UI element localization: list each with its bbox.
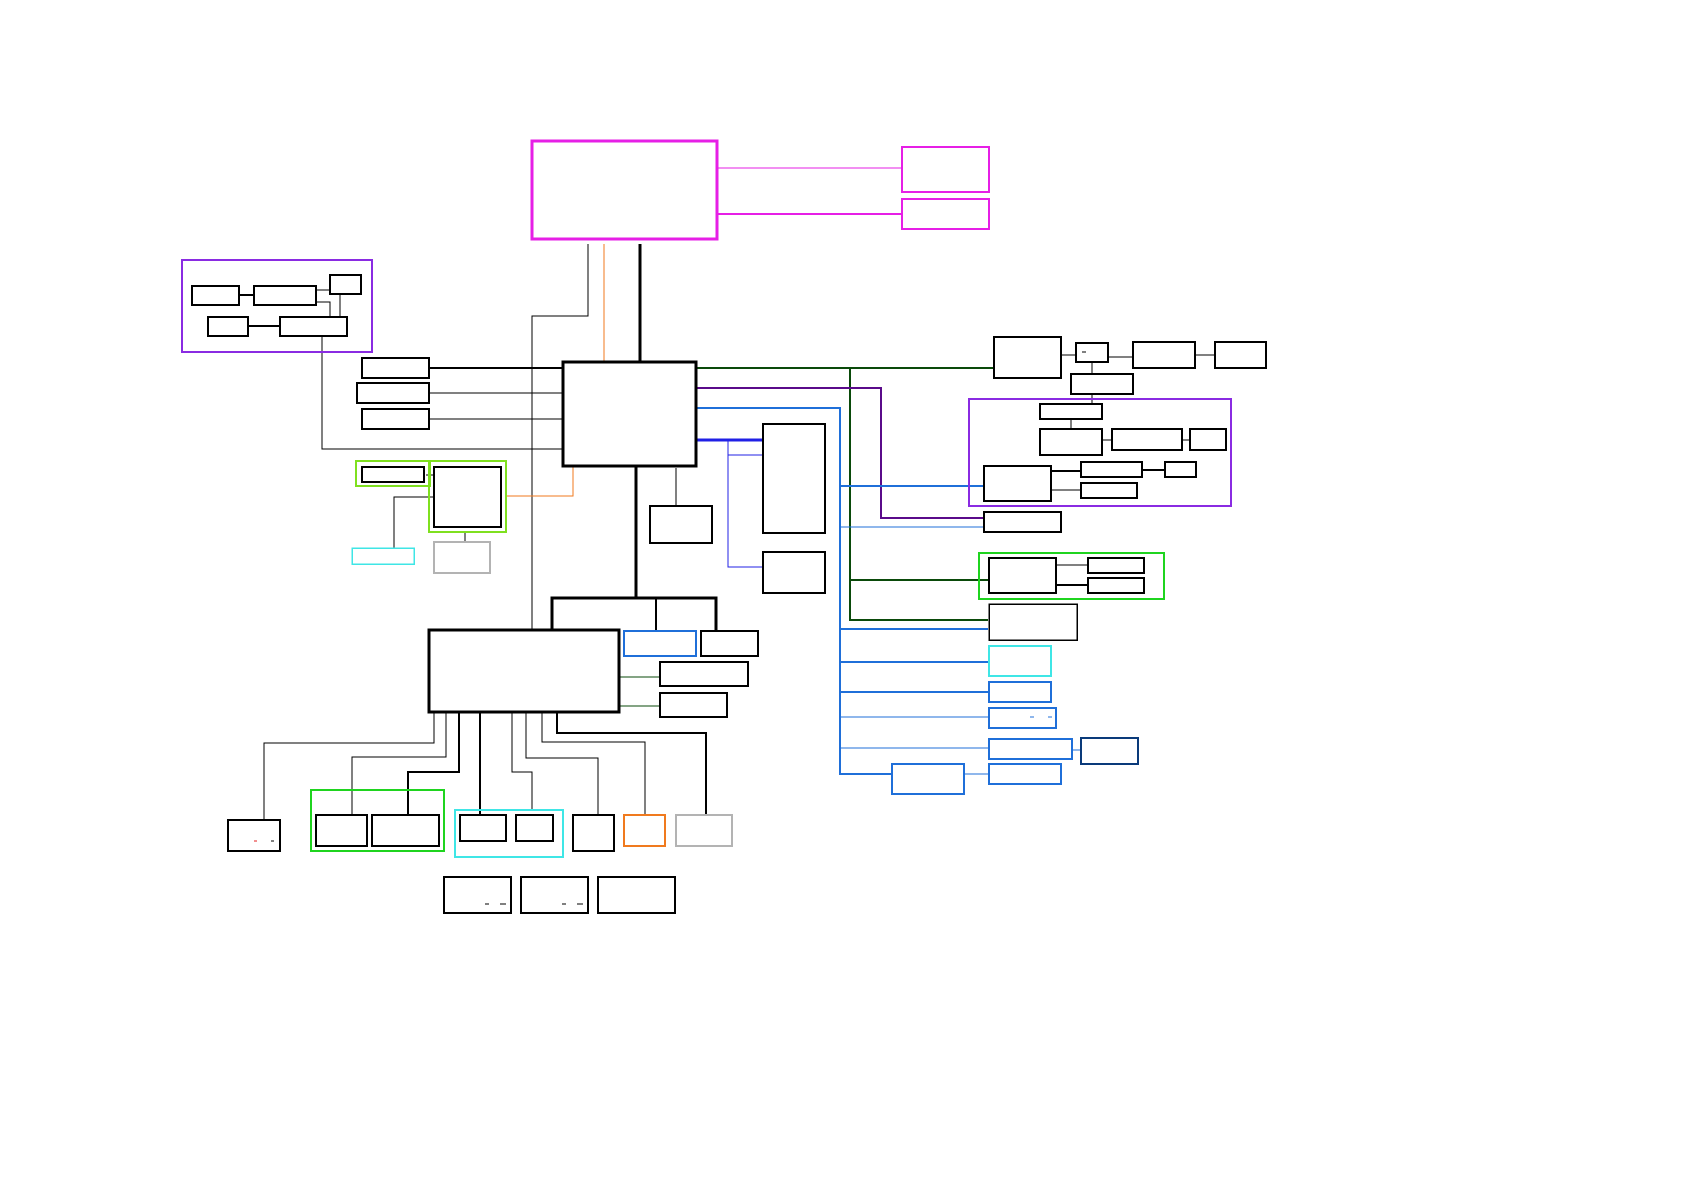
block-cyan-2	[515, 814, 554, 842]
block-hub	[561, 360, 698, 468]
block-pr-7	[1164, 461, 1197, 478]
block-bottom-row2-1	[443, 876, 512, 914]
block-pl-e	[279, 316, 348, 337]
block-cyan-left	[351, 547, 415, 565]
wires	[239, 167, 1215, 820]
block-r-blue-1	[988, 681, 1052, 703]
block-blue-pch	[623, 630, 697, 657]
block-pr-3	[1111, 428, 1183, 451]
block-pr-5	[983, 465, 1052, 502]
block-cyan-1	[459, 814, 507, 842]
block-tall-small	[762, 551, 826, 594]
block-pl-b	[253, 285, 317, 306]
block-pl-a	[191, 285, 240, 306]
magenta-block-1	[901, 146, 990, 193]
wire-pl-4	[316, 301, 331, 316]
block-tr-3	[1214, 341, 1267, 369]
block-hub-small	[649, 505, 713, 544]
magenta-group-cpu	[530, 139, 719, 241]
block-left-2	[356, 382, 430, 404]
block-bottom-mid	[572, 814, 615, 852]
wire-orange-bridge	[507, 466, 574, 497]
wire-dg-trunk	[849, 368, 988, 621]
block-pl-d	[207, 316, 249, 337]
block-lg-small	[361, 466, 425, 483]
block-tr-2	[1132, 341, 1196, 369]
wire-bus-h	[550, 596, 718, 631]
block-tall	[762, 423, 826, 534]
block-pch-r1	[659, 661, 749, 687]
block-r-blue-3	[988, 738, 1073, 760]
magenta-block-2	[901, 198, 990, 230]
block-bottom-gray	[675, 814, 733, 847]
block-bottom-left	[227, 819, 281, 852]
block-lg-main	[433, 466, 502, 528]
wire-pch-b6	[525, 712, 599, 815]
block-pr-4	[1189, 428, 1227, 451]
block-tr-sub	[1070, 373, 1134, 395]
wire-pch-b2	[351, 712, 447, 815]
block-tr-tiny	[1075, 342, 1109, 363]
block-r-cyan	[988, 645, 1052, 677]
block-pl-c	[329, 274, 362, 295]
block-r-blue-4	[891, 763, 965, 795]
block-diagram	[181, 139, 1267, 914]
block-green-2	[371, 814, 440, 847]
block-gray-left	[433, 541, 491, 574]
block-bottom-row2-3	[597, 876, 676, 914]
block-tr-main	[993, 336, 1062, 379]
block-r-2	[988, 603, 1078, 641]
block-r-green-main	[988, 557, 1057, 594]
block-r-blue-5	[988, 763, 1062, 785]
wire-pch-b5	[511, 712, 533, 810]
block-pr-2	[1039, 428, 1103, 456]
block-bottom-orange	[623, 814, 666, 847]
block-pr-8	[1080, 482, 1138, 499]
block-green-1	[315, 814, 368, 847]
block-r-blue-2	[988, 707, 1057, 729]
block-pch-r2	[659, 692, 728, 718]
wire-pch-b8	[556, 712, 707, 815]
block-left-3	[361, 408, 430, 430]
block-r-green-1	[1087, 557, 1145, 574]
block-pr-1	[1039, 403, 1103, 420]
block-left-1	[361, 357, 430, 379]
wire-blue-2	[727, 440, 763, 568]
block-r-navy	[1080, 737, 1139, 765]
block-bottom-row2-2	[520, 876, 589, 914]
block-pch	[427, 628, 621, 714]
block-pr-6	[1080, 461, 1143, 478]
block-r-green-2	[1087, 577, 1145, 594]
blocks	[191, 146, 1267, 914]
block-pch-right	[700, 630, 759, 657]
block-r-1	[983, 511, 1062, 533]
